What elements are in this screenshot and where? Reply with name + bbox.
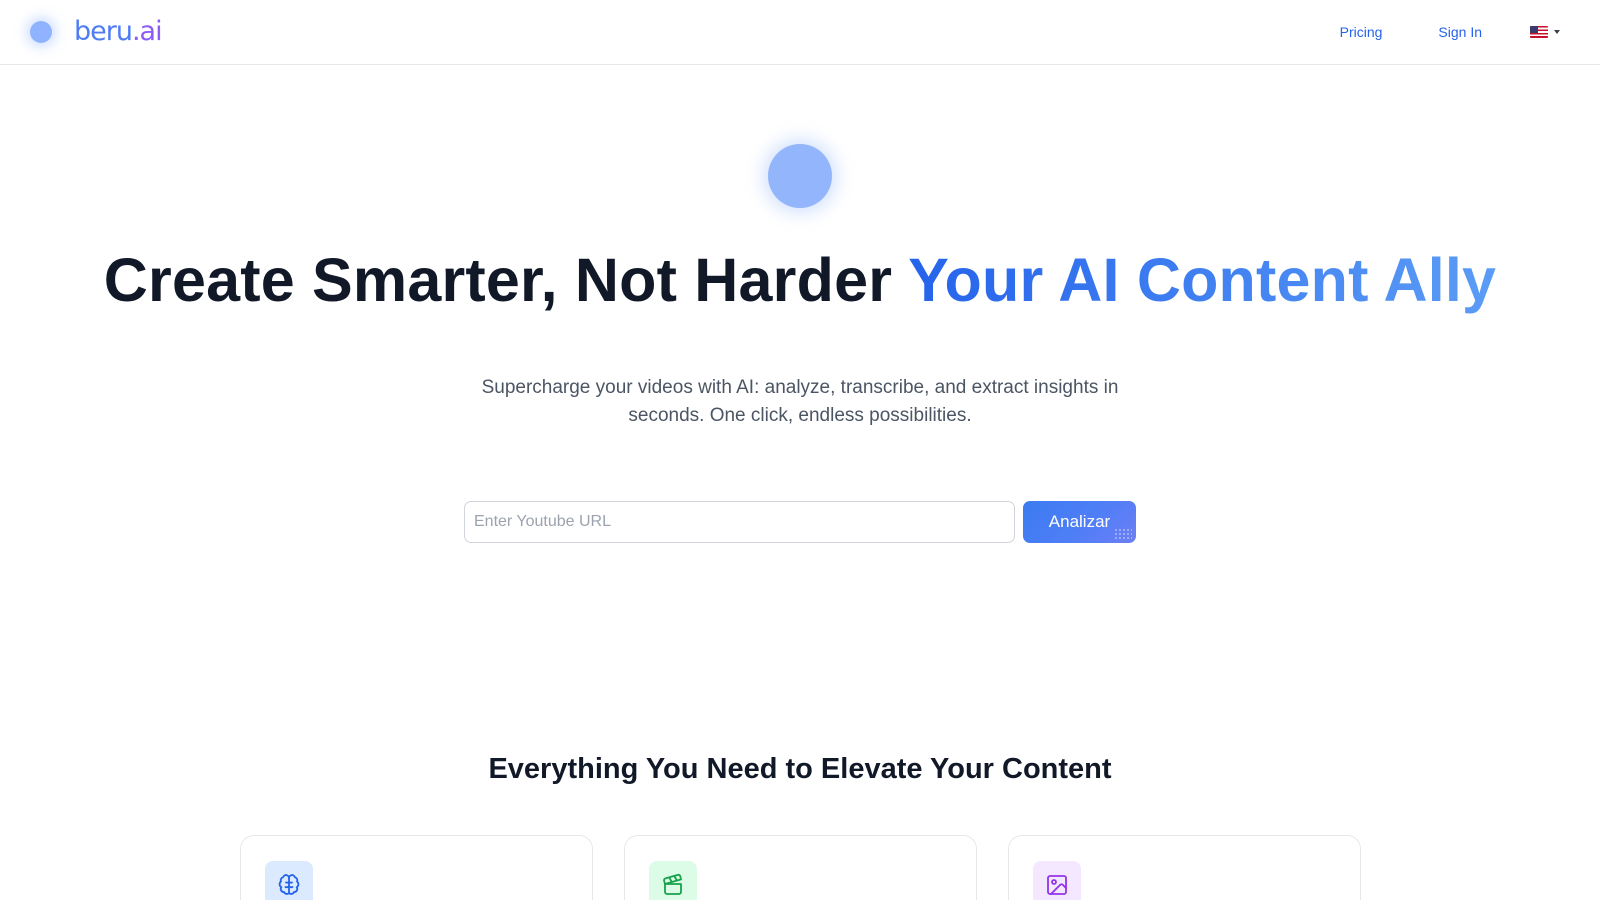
- clapperboard-icon: [663, 873, 682, 895]
- us-flag-icon: [1530, 26, 1548, 38]
- hero-title-accent: Your AI Content Ally: [908, 246, 1497, 314]
- language-selector[interactable]: [1530, 26, 1560, 38]
- sparkle-decoration: [1114, 528, 1132, 540]
- analyze-button[interactable]: Analizar: [1023, 501, 1136, 543]
- feature-card: [1008, 835, 1361, 900]
- hero-title-main: Create Smarter, Not Harder: [103, 246, 893, 314]
- brain-icon: [278, 874, 300, 895]
- image-icon: [1047, 875, 1067, 895]
- youtube-url-input[interactable]: [464, 501, 1015, 543]
- hero-orb: [768, 144, 832, 208]
- brand-wordmark: beru.ai: [74, 16, 163, 47]
- analyze-button-label: Analizar: [1048, 512, 1111, 531]
- feature-icon-tile: [1033, 861, 1081, 900]
- feature-card: [240, 835, 593, 900]
- nav-links: Pricing Sign In: [1284, 20, 1560, 44]
- hero-subtitle: Supercharge your videos with AI: analyze…: [481, 377, 1119, 426]
- nav-pricing-link[interactable]: Pricing: [1340, 20, 1383, 44]
- feature-icon-tile: [265, 861, 313, 900]
- feature-icon-tile: [649, 861, 697, 900]
- nav-sign-in-link[interactable]: Sign In: [1438, 20, 1482, 44]
- hero-title: Create Smarter, Not Harder Your AI Conte…: [0, 240, 1600, 320]
- feature-card: [624, 835, 977, 900]
- brand-logo[interactable]: beru.ai: [24, 16, 163, 48]
- chevron-down-icon: [1554, 30, 1560, 34]
- features-title: Everything You Need to Elevate Your Cont…: [488, 753, 1112, 785]
- logo-orb-icon: [30, 21, 52, 43]
- top-navbar: beru.ai Pricing Sign In: [0, 0, 1600, 65]
